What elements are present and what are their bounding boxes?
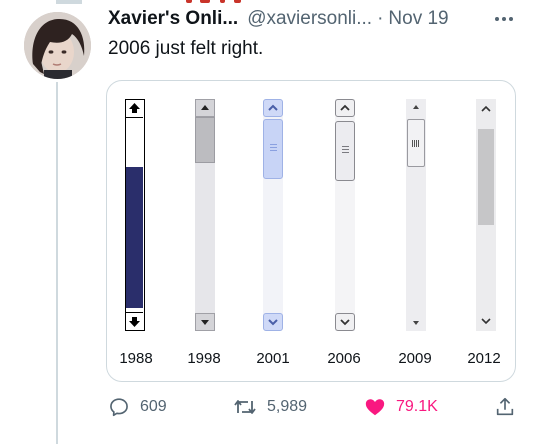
arrow-up-icon <box>126 100 143 118</box>
retweet-count: 5,989 <box>267 398 308 415</box>
reply-button[interactable]: 609 <box>108 396 167 418</box>
year-label: 2009 <box>398 350 432 367</box>
year-label: 1998 <box>187 350 221 367</box>
arrow-down-icon <box>263 313 283 331</box>
arrow-up-icon <box>335 99 355 117</box>
scroll-thumb <box>195 117 215 163</box>
arrow-up-icon <box>263 99 283 117</box>
arrow-up-icon <box>406 99 426 117</box>
arrow-down-icon <box>126 312 143 330</box>
arrow-down-icon <box>335 313 355 331</box>
scrollbar-2001 <box>263 99 283 331</box>
tweet-text: 2006 just felt right. <box>108 38 264 59</box>
chevron-down-icon <box>476 311 496 331</box>
scrollbar-2012 <box>476 99 496 331</box>
handle[interactable]: @xaviersonli... <box>247 8 372 30</box>
scrollbar-1988 <box>125 99 145 331</box>
year-label: 2012 <box>467 350 501 367</box>
share-icon <box>496 397 514 416</box>
year-label: 2006 <box>327 350 361 367</box>
share-button[interactable] <box>494 396 526 418</box>
scrollbar-2006 <box>335 99 355 331</box>
tweet-actions: 609 5,989 79.1K <box>0 396 540 426</box>
year-label: 2001 <box>256 350 290 367</box>
retweet-icon <box>234 400 256 414</box>
avatar[interactable] <box>24 12 91 79</box>
scroll-thumb <box>335 121 355 181</box>
like-icon <box>365 399 385 416</box>
separator-dot: · <box>377 8 384 29</box>
more-icon[interactable] <box>493 11 515 27</box>
tweet-header: Xavier's Onli... @xaviersonli... · Nov 1… <box>108 7 449 31</box>
arrow-up-icon <box>195 99 215 117</box>
scroll-thumb <box>478 129 494 225</box>
display-name[interactable]: Xavier's Onli... <box>108 8 238 30</box>
arrow-down-icon <box>195 313 215 331</box>
media-card[interactable] <box>106 80 516 382</box>
arrow-down-icon <box>406 313 426 331</box>
tweet-date[interactable]: Nov 19 <box>388 8 448 30</box>
reply-count: 609 <box>140 398 167 415</box>
scroll-thumb <box>126 167 143 308</box>
year-label: 1988 <box>119 350 153 367</box>
thread-line-top <box>56 0 82 4</box>
cropped-text-fragment <box>186 0 266 3</box>
reply-icon <box>110 398 128 417</box>
like-button[interactable]: 79.1K <box>364 396 438 418</box>
scroll-thumb <box>263 119 283 179</box>
thread-line <box>56 82 58 444</box>
scrollbar-2009 <box>406 99 426 331</box>
scrollbar-1998 <box>195 99 215 331</box>
scroll-thumb <box>407 119 425 167</box>
retweet-button[interactable]: 5,989 <box>233 396 307 418</box>
avatar-image <box>24 12 91 79</box>
like-count: 79.1K <box>396 398 438 415</box>
chevron-up-icon <box>476 99 496 119</box>
